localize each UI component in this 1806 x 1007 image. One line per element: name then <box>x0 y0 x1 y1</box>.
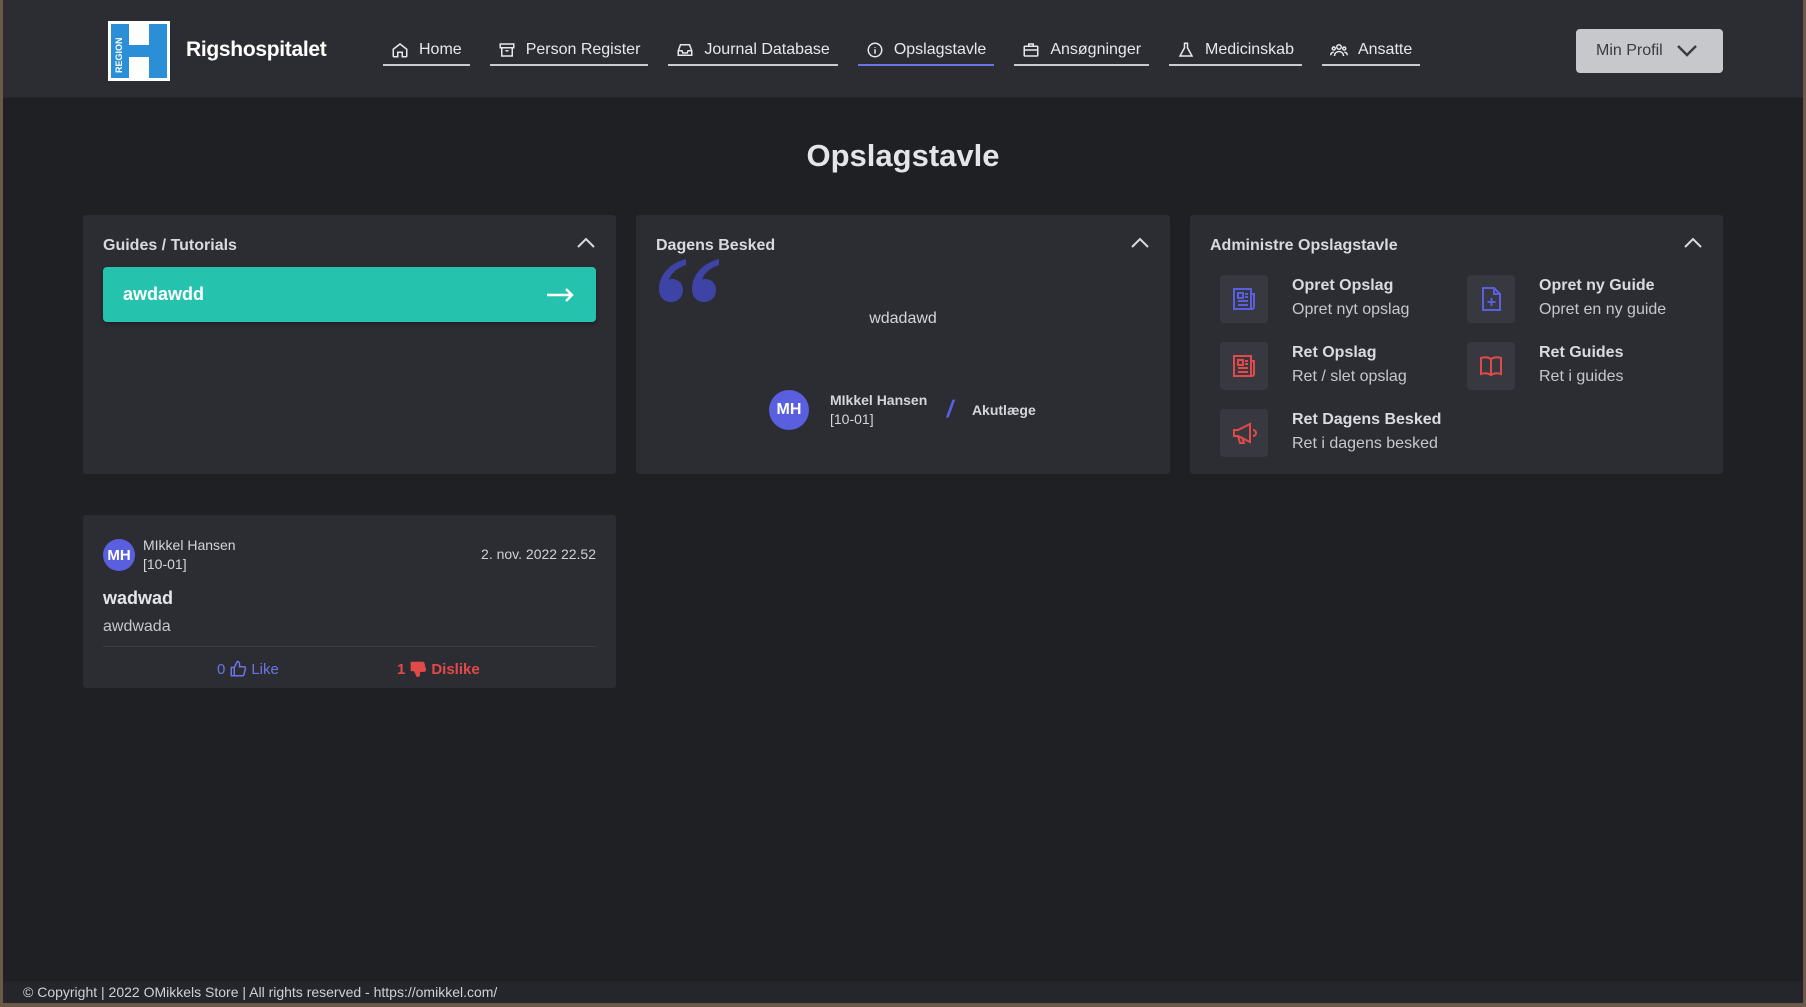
admin-item-subtitle: Ret / slet opslag <box>1292 368 1407 385</box>
admin-item-subtitle: Opret en ny guide <box>1539 301 1667 318</box>
nav-person-register[interactable]: Person Register <box>489 36 649 66</box>
brand-name[interactable]: Rigshospitalet <box>186 38 327 62</box>
admin-board-card: Administre Opslagstavle Opret Opslag Opr… <box>1190 215 1723 474</box>
megaphone-icon <box>1233 422 1257 444</box>
like-count: 0 <box>217 660 226 678</box>
admin-item-title: Ret Dagens Besked <box>1292 411 1442 428</box>
page-title: Opslagstavle <box>806 138 1000 173</box>
chevron-up-icon[interactable] <box>577 237 595 249</box>
nav-label: Ansatte <box>1357 41 1413 58</box>
admin-item-title: Opret ny Guide <box>1539 277 1655 294</box>
briefcase-icon <box>1023 43 1039 57</box>
post-author: MH MIkkel Hansen [10-01] <box>103 536 236 574</box>
dislike-button[interactable]: 1 Dislike <box>397 660 480 678</box>
guides-card: Guides / Tutorials awdawdd <box>83 215 616 474</box>
motd-card-title: Dagens Besked <box>656 237 776 254</box>
author-id: [10-01] <box>143 556 187 572</box>
top-navbar: REGION Rigshospitalet Home Person Regist… <box>3 0 1803 98</box>
nav-label: Home <box>419 41 462 58</box>
thumbs-up-icon <box>230 660 247 677</box>
guide-link-button[interactable]: awdawdd <box>103 267 596 322</box>
nav-home[interactable]: Home <box>383 36 470 66</box>
chevron-up-icon[interactable] <box>1684 237 1702 249</box>
nav-label: Opslagstavle <box>893 41 987 58</box>
file-plus-icon <box>1482 287 1501 311</box>
guides-card-title: Guides / Tutorials <box>103 237 237 254</box>
post-body: awdwada <box>103 618 171 635</box>
author-name: MIkkel Hansen <box>830 392 928 408</box>
edit-guides-action[interactable]: Ret Guides Ret i guides <box>1467 342 1624 390</box>
footer-copyright: © Copyright | 2022 OMikkels Store | All … <box>3 981 1803 1003</box>
thumbs-down-icon <box>411 661 427 678</box>
avatar: MH <box>103 539 135 571</box>
post-title: wadwad <box>103 588 174 608</box>
create-guide-action[interactable]: Opret ny Guide Opret en ny guide <box>1467 275 1666 323</box>
nav-ansoegninger[interactable]: Ansøgninger <box>1014 36 1150 66</box>
admin-item-title: Ret Opslag <box>1292 344 1377 361</box>
chevron-up-icon[interactable] <box>1131 237 1149 249</box>
edit-motd-action[interactable]: Ret Dagens Besked Ret i dagens besked <box>1220 409 1441 457</box>
users-icon <box>1329 44 1348 57</box>
author-role: Akutlæge <box>971 402 1036 418</box>
dislike-label: Dislike <box>431 660 480 678</box>
app-window: REGION Rigshospitalet Home Person Regist… <box>3 0 1803 1003</box>
divider <box>103 646 596 647</box>
admin-item-subtitle: Ret i dagens besked <box>1292 435 1438 452</box>
guide-label: awdawdd <box>123 284 205 304</box>
admin-item-subtitle: Opret nyt opslag <box>1292 301 1410 318</box>
nav-label: Journal Database <box>704 41 830 58</box>
nav-label: Person Register <box>525 41 641 58</box>
post-card: MH MIkkel Hansen [10-01] 2. nov. 2022 22… <box>83 515 616 688</box>
admin-item-title: Opret Opslag <box>1292 277 1394 294</box>
archive-icon <box>499 43 515 57</box>
admin-item-title: Ret Guides <box>1539 344 1624 361</box>
inbox-icon <box>677 44 693 56</box>
profile-dropdown-button[interactable]: Min Profil <box>1576 29 1723 73</box>
nav-ansatte[interactable]: Ansatte <box>1321 36 1421 66</box>
newspaper-icon <box>1233 288 1255 310</box>
main-nav: Home Person Register Journal Database Op… <box>383 36 1440 66</box>
arrow-right-icon <box>547 287 574 302</box>
admin-item-subtitle: Ret i guides <box>1539 368 1624 385</box>
separator-slash: / <box>944 396 957 423</box>
info-icon <box>867 42 883 58</box>
author-name: MIkkel Hansen <box>143 537 236 553</box>
home-icon <box>392 43 408 58</box>
quote-icon <box>659 259 719 302</box>
create-post-action[interactable]: Opret Opslag Opret nyt opslag <box>1220 275 1409 323</box>
author-meta: MIkkel Hansen [10-01] <box>143 536 236 574</box>
nav-medicinskab[interactable]: Medicinskab <box>1169 36 1302 66</box>
newspaper-edit-icon <box>1233 355 1255 377</box>
book-icon <box>1480 356 1502 377</box>
nav-label: Ansøgninger <box>1050 41 1142 58</box>
post-date: 2. nov. 2022 22.52 <box>481 546 596 562</box>
motd-author: MH MIkkel Hansen [10-01] / Akutlæge <box>769 390 1036 430</box>
chevron-down-icon <box>1676 45 1697 57</box>
admin-card-title: Administre Opslagstavle <box>1210 237 1398 254</box>
nav-opslagstavle[interactable]: Opslagstavle <box>857 36 995 66</box>
motd-message: wdadawd <box>869 310 937 327</box>
like-button[interactable]: 0 Like <box>217 660 279 678</box>
edit-post-action[interactable]: Ret Opslag Ret / slet opslag <box>1220 342 1407 390</box>
region-logo[interactable]: REGION <box>108 21 170 81</box>
author-id: [10-01] <box>830 411 874 427</box>
flask-icon <box>1178 42 1194 57</box>
dislike-count: 1 <box>397 660 406 678</box>
message-of-the-day-card: Dagens Besked wdadawd MH MIkkel Hansen [… <box>636 215 1170 474</box>
author-meta: MIkkel Hansen [10-01] <box>830 391 927 429</box>
like-label: Like <box>251 660 279 678</box>
avatar: MH <box>769 390 809 430</box>
nav-label: Medicinskab <box>1205 41 1294 58</box>
nav-journal-database[interactable]: Journal Database <box>668 36 838 66</box>
profile-label: Min Profil <box>1596 42 1663 59</box>
logo-text: REGION <box>114 37 124 73</box>
